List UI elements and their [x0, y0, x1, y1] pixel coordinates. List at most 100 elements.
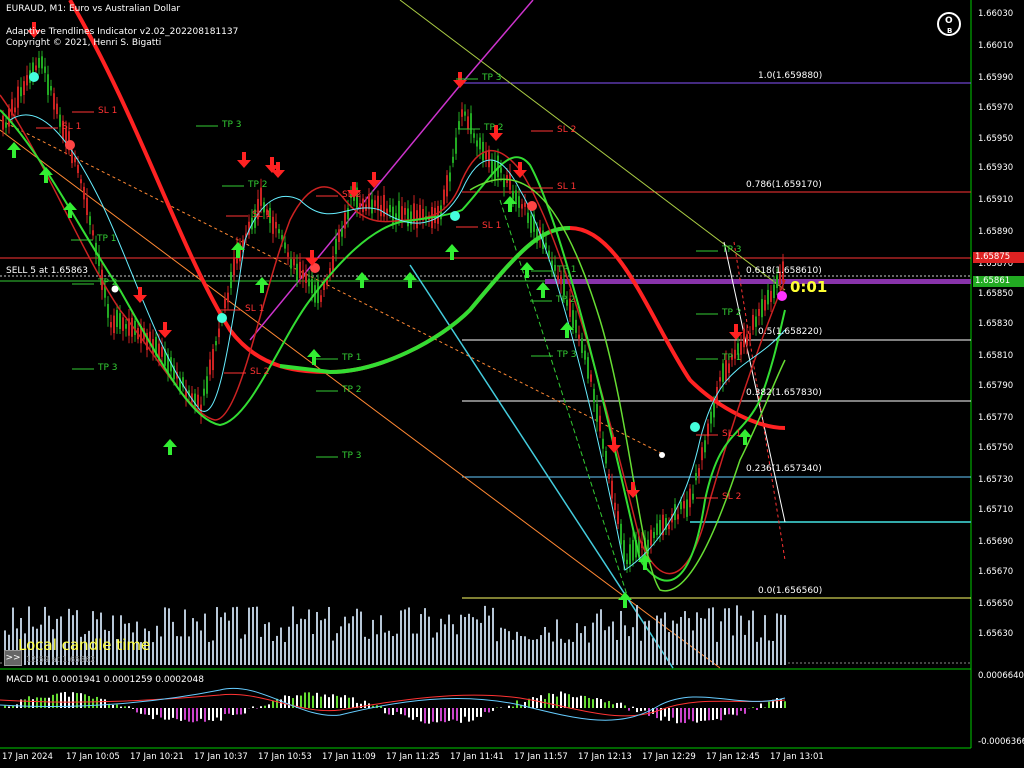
time-tick-label: 17 Jan 12:13	[578, 752, 632, 762]
price-tick-label: 1.65830	[978, 319, 1014, 329]
price-tick-label: 1.65930	[978, 163, 1014, 173]
level-label: SL 1	[98, 106, 118, 116]
time-tick-label: 17 Jan 12:29	[642, 752, 696, 762]
level-label: TP 2	[556, 295, 576, 305]
level-label: SL 1	[557, 182, 577, 192]
level-label: SL 1	[62, 122, 82, 132]
macd-label: MACD M1 0.0001941 0.0001259 0.0002048	[6, 675, 204, 685]
price-tick-label: 1.65630	[978, 629, 1014, 639]
time-tick-label: 17 Jan 2024	[2, 752, 53, 762]
buy-arrow-icon	[39, 167, 53, 183]
buy-arrow-icon	[520, 262, 534, 278]
indicator-title: Adaptive Trendlines Indicator v2.02_2022…	[6, 27, 239, 37]
fib-label-0: 0.0(1.656560)	[758, 586, 823, 596]
level-label: TP 1	[557, 265, 577, 275]
level-label: SL 1	[252, 210, 272, 220]
price-tick-label: 1.65670	[978, 567, 1014, 577]
price-tick-label: 1.65890	[978, 227, 1014, 237]
level-label: TP 2	[722, 308, 742, 318]
buy-arrow-icon	[536, 282, 550, 298]
fib-label-1: 1.0(1.659880)	[758, 71, 823, 81]
candlesticks	[2, 50, 784, 573]
time-tick-label: 17 Jan 11:09	[322, 752, 376, 762]
level-label: TP 3	[98, 363, 118, 373]
local-time-sub: 12:59 at 1.65862	[26, 655, 96, 664]
level-label: TP 1	[97, 234, 117, 244]
fib-label-05: 0.5(1.658220)	[758, 327, 823, 337]
time-tick-label: 17 Jan 13:01	[770, 752, 824, 762]
level-label: TP 3	[482, 73, 502, 83]
price-tick-label: 1.65710	[978, 505, 1014, 515]
fib-label-0236: 0.236(1.657340)	[746, 464, 822, 474]
price-chart[interactable]	[0, 0, 1024, 768]
macd-axis-bottom: -0.0006366	[978, 737, 1024, 747]
price-tick-label: 1.66030	[978, 9, 1014, 19]
sell-arrow-icon	[367, 172, 381, 188]
level-label: SL 2	[342, 190, 362, 200]
level-label: TP 3	[342, 451, 362, 461]
level-label: TP 3	[722, 245, 742, 255]
sell-arrow-icon	[237, 152, 251, 168]
time-tick-label: 17 Jan 12:45	[706, 752, 760, 762]
price-tick-label: 1.65990	[978, 73, 1014, 83]
buy-arrow-icon	[403, 272, 417, 288]
level-label: TP 3	[222, 120, 242, 130]
symbol-title: EURAUD, M1: Euro vs Australian Dollar	[6, 4, 181, 14]
level-label: SL 1	[722, 429, 742, 439]
level-label: TP 1	[722, 353, 742, 363]
level-label: TP 3	[557, 350, 577, 360]
expand-button[interactable]: >>	[4, 650, 22, 666]
copyright-text: Copyright © 2021, Henri S. Bigatti	[6, 38, 162, 48]
price-tick-label: 1.65730	[978, 475, 1014, 485]
sell-arrow-icon	[133, 287, 147, 303]
sell-arrow-icon	[607, 437, 621, 453]
level-label: TP 2	[484, 123, 504, 133]
buy-arrow-icon	[618, 592, 632, 608]
current-price-green: 1.65861	[973, 276, 1024, 287]
price-tick-label: 1.65690	[978, 537, 1014, 547]
price-tick-label: 1.66010	[978, 41, 1014, 51]
price-tick-label: 1.65750	[978, 443, 1014, 453]
time-tick-label: 17 Jan 10:21	[130, 752, 184, 762]
buy-arrow-icon	[503, 196, 517, 212]
local-time-label: Local candle time	[18, 636, 151, 654]
level-label: TP 2	[248, 180, 268, 190]
buy-arrow-icon	[355, 272, 369, 288]
fib-label-0618: 0.618(1.658610)	[746, 266, 822, 276]
price-tick-label: 1.65910	[978, 195, 1014, 205]
sell-label: SELL 5 at 1.65863	[6, 266, 88, 276]
level-label: SL 1	[482, 221, 502, 231]
level-label: TP 2	[342, 385, 362, 395]
time-tick-label: 17 Jan 10:37	[194, 752, 248, 762]
sell-arrow-icon	[453, 72, 467, 88]
bar-countdown: 0:01	[790, 278, 828, 296]
time-tick-label: 17 Jan 10:53	[258, 752, 312, 762]
level-label: SL 2	[557, 125, 577, 135]
logo-letter-sub: B	[947, 27, 953, 35]
logo-icon[interactable]: O B	[937, 12, 961, 36]
time-tick-label: 17 Jan 11:25	[386, 752, 440, 762]
time-tick-label: 17 Jan 11:57	[514, 752, 568, 762]
logo-letter: O	[945, 16, 953, 26]
volume-bars	[4, 605, 786, 665]
level-label: TP 2	[98, 278, 118, 288]
price-tick-label: 1.65810	[978, 351, 1014, 361]
macd-axis-top: 0.0006640	[978, 671, 1024, 681]
buy-arrow-icon	[163, 439, 177, 455]
price-tick-label: 1.65790	[978, 381, 1014, 391]
price-tick-label: 1.65970	[978, 103, 1014, 113]
buy-arrow-icon	[307, 349, 321, 365]
level-label: TP 1	[342, 353, 362, 363]
price-tick-label: 1.65850	[978, 289, 1014, 299]
price-tick-label: 1.65650	[978, 599, 1014, 609]
sell-arrow-icon	[158, 322, 172, 338]
price-tick-label: 1.65950	[978, 134, 1014, 144]
level-label: SL 2	[250, 367, 270, 377]
fib-label-0786: 0.786(1.659170)	[746, 180, 822, 190]
fib-label-0382: 0.382(1.657830)	[746, 388, 822, 398]
time-tick-label: 17 Jan 11:41	[450, 752, 504, 762]
time-tick-label: 17 Jan 10:05	[66, 752, 120, 762]
level-label: SL 1	[245, 304, 265, 314]
level-label: SL 2	[722, 492, 742, 502]
current-price-red: 1.65875	[973, 252, 1024, 263]
